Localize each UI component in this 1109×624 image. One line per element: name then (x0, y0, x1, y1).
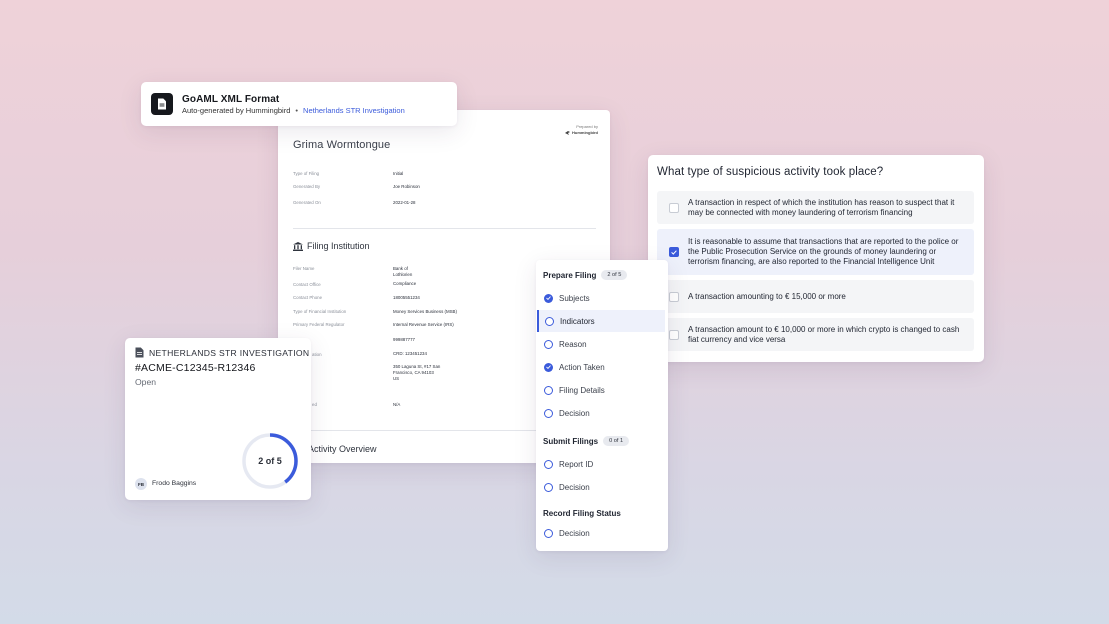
check-circle-icon (544, 293, 553, 303)
step-item[interactable]: Action Taken (536, 356, 668, 378)
prepared-by: Prepared by Hummingbird (565, 124, 598, 137)
field-value: Money Services Business (MSB) (393, 309, 457, 314)
answer-option[interactable]: It is reasonable to assume that transact… (657, 229, 974, 275)
step-label: Subjects (559, 293, 590, 303)
bank-icon (293, 241, 303, 251)
field-value: Bank of Lothlorien (393, 266, 413, 277)
field-label: Primary Federal Regulator (293, 322, 345, 327)
field-value: CRD: 123451234 (393, 351, 427, 356)
step-item[interactable]: Decision (536, 402, 668, 424)
meta-value: Joe Robinson (393, 184, 420, 189)
subject-name: Grima Wormtongue (293, 139, 391, 151)
step-label: Decision (559, 482, 590, 492)
activity-overview-title: Activity Overview (308, 444, 377, 454)
field-value: 999887777 (393, 337, 415, 342)
goaml-subtitle: Auto-generated by Hummingbird (182, 105, 291, 115)
step-item[interactable]: Indicators (537, 310, 665, 332)
step-group-title: Prepare Filing (543, 270, 597, 280)
step-group-header: Record Filing Status (543, 506, 621, 520)
question-title: What type of suspicious activity took pl… (657, 166, 884, 178)
answer-option[interactable]: A transaction amounting to € 15,000 or m… (657, 280, 974, 313)
meta-value: Initial (393, 171, 404, 176)
empty-circle-icon (545, 316, 554, 326)
case-id: #ACME-C12345-R12346 (135, 362, 256, 374)
meta-label: Generated By (293, 184, 321, 189)
step-label: Action Taken (559, 362, 605, 372)
answer-option-text: A transaction amounting to € 15,000 or m… (688, 291, 846, 301)
step-group-header: Prepare Filing 2 of 5 (543, 268, 628, 282)
goaml-subtitle-row: Auto-generated by Hummingbird • Netherla… (182, 106, 405, 115)
field-label: Filer Name (293, 266, 315, 271)
field-value: 350 Laguna St, #17 San Francisco, CA 941… (393, 364, 441, 381)
field-value: Internal Revenue Service (IRS) (393, 322, 454, 327)
empty-circle-icon (544, 528, 553, 538)
check-circle-icon (544, 362, 553, 372)
empty-circle-icon (544, 339, 553, 349)
step-label: Decision (559, 408, 590, 418)
answer-option-text: A transaction in respect of which the in… (688, 197, 955, 217)
step-label: Reason (559, 339, 587, 349)
filing-steps-panel: Prepare Filing 2 of 5 Subjects Indicators Re… (536, 260, 668, 551)
step-label: Indicators (560, 316, 595, 326)
field-value: 18005551234 (393, 295, 420, 300)
document-icon (151, 93, 173, 115)
meta-label: Type of Filing (293, 171, 320, 176)
separator-dot: • (295, 105, 299, 115)
step-group-header: Submit Filings 0 of 1 (543, 434, 630, 448)
brand-name: Hummingbird (572, 130, 598, 135)
empty-circle-icon (544, 408, 553, 418)
step-group-title: Record Filing Status (543, 508, 621, 518)
answer-option-text: It is reasonable to assume that transact… (688, 237, 959, 266)
checkbox-checked[interactable] (669, 247, 679, 257)
field-label: Type of Financial Institution (293, 309, 347, 314)
check-icon (671, 249, 677, 255)
field-label: Contact Office (293, 282, 321, 287)
avatar: FB (135, 478, 147, 490)
step-item[interactable]: Report ID (536, 453, 668, 475)
goaml-title: GoAML XML Format (182, 93, 280, 105)
step-item[interactable]: Reason (536, 333, 668, 355)
question-card: What type of suspicious activity took pl… (648, 155, 984, 362)
field-value: Compliance (393, 281, 417, 286)
step-item[interactable]: Subjects (536, 287, 668, 309)
brand-logo: Hummingbird (565, 130, 598, 136)
meta-label: Generated On (293, 200, 321, 205)
field-label: ed (312, 402, 317, 407)
step-label: Report ID (559, 459, 594, 469)
field-label: ation (312, 352, 322, 357)
goaml-format-card[interactable]: GoAML XML Format Auto-generated by Hummi… (141, 82, 457, 126)
empty-circle-icon (544, 459, 553, 469)
empty-circle-icon (544, 385, 553, 395)
empty-circle-icon (544, 482, 553, 492)
step-label: Decision (559, 528, 590, 538)
answer-option-text: A transaction amount to € 10,000 or more… (688, 324, 960, 344)
checkbox[interactable] (669, 329, 679, 340)
owner-name: Frodo Baggins (152, 480, 197, 487)
field-value: N/A (393, 402, 401, 407)
progress-label: 2 of 5 (258, 456, 282, 466)
step-group-title: Submit Filings (543, 436, 599, 446)
step-count-badge: 0 of 1 (603, 436, 630, 446)
meta-value: 2022-01-28 (393, 200, 416, 205)
checkbox[interactable] (669, 202, 679, 213)
step-label: Filing Details (559, 385, 605, 395)
step-item[interactable]: Decision (536, 522, 668, 544)
case-status: Open (135, 377, 157, 387)
hummingbird-icon (565, 131, 570, 135)
step-item[interactable]: Filing Details (536, 379, 668, 401)
step-count-badge: 2 of 5 (601, 270, 628, 280)
field-label: Contact Phone (293, 295, 323, 300)
case-header: NETHERLANDS STR INVESTIGATION (135, 347, 309, 358)
step-item[interactable]: Decision (536, 476, 668, 498)
answer-option[interactable]: A transaction in respect of which the in… (657, 191, 974, 224)
divider (293, 228, 596, 229)
institution-title: Filing Institution (307, 241, 370, 251)
investigation-link[interactable]: Netherlands STR Investigation (303, 106, 405, 115)
document-icon (135, 347, 144, 358)
answer-option[interactable]: A transaction amount to € 10,000 or more… (657, 318, 974, 351)
section-title: Filing Institution (293, 241, 370, 251)
case-card[interactable]: NETHERLANDS STR INVESTIGATION #ACME-C123… (125, 338, 311, 500)
case-header-label: NETHERLANDS STR INVESTIGATION (149, 347, 310, 358)
checkbox[interactable] (669, 291, 679, 302)
